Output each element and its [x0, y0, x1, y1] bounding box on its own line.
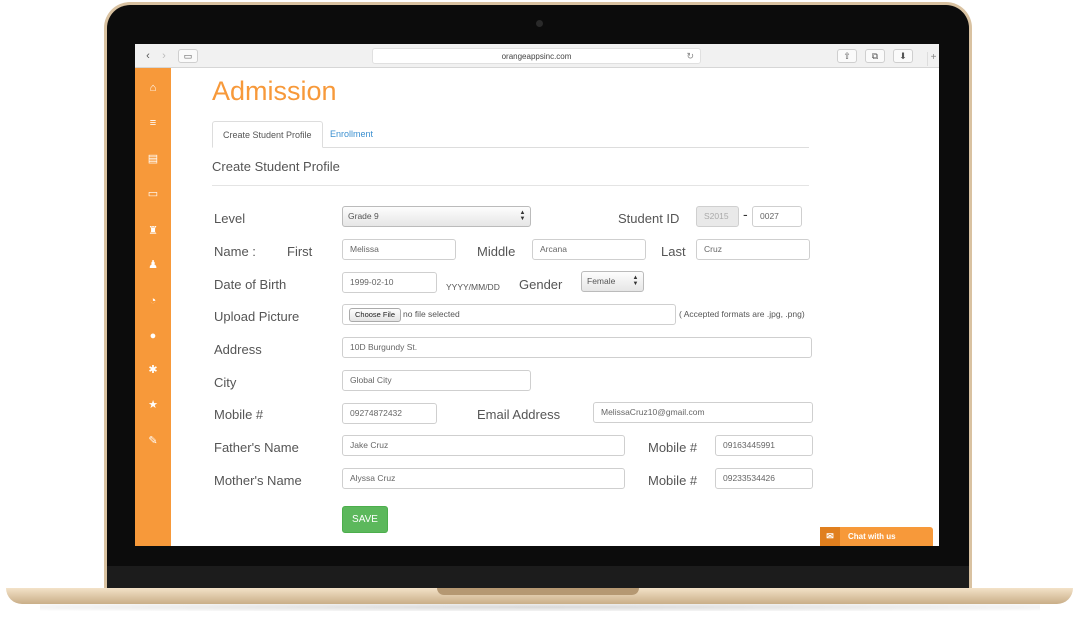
father-name-field[interactable]: Jake Cruz [342, 435, 625, 456]
sidebar-item-idea[interactable]: ● [135, 323, 171, 349]
laptop-shadow [40, 603, 1040, 611]
sidebar-item-star[interactable]: ★ [135, 392, 171, 418]
middle-name-field[interactable]: Arcana [532, 239, 646, 260]
gender-value: Female [587, 276, 616, 286]
student-id-dash: - [743, 206, 748, 222]
file-status: no file selected [403, 309, 460, 319]
first-name-field[interactable]: Melissa [342, 239, 456, 260]
tabs-icon[interactable]: ⧉ [865, 49, 885, 63]
chat-widget[interactable]: ✉ Chat with us [820, 527, 933, 546]
download-icon[interactable]: ⬇ [893, 49, 913, 63]
student-id-prefix-field: S2015 [696, 206, 739, 227]
sidebar-item-users[interactable]: ♟ [135, 252, 171, 278]
save-button[interactable]: SAVE [342, 506, 388, 533]
email-label: Email Address [477, 407, 561, 422]
pin-icon: ✎ [148, 435, 158, 447]
section-divider [212, 185, 809, 186]
users-icon: ♟ [148, 259, 158, 271]
father-mobile-label: Mobile # [648, 440, 698, 455]
mother-name-label: Mother's Name [214, 473, 302, 488]
sidebar-item-graduate[interactable]: ♜ [135, 218, 171, 244]
upload-picture-label: Upload Picture [214, 309, 300, 324]
city-label: City [214, 375, 237, 390]
file-input[interactable]: Choose File no file selected [342, 304, 676, 325]
city-field[interactable]: Global City [342, 370, 531, 391]
layers-icon: ≡ [149, 117, 157, 129]
tab-create-student-profile[interactable]: Create Student Profile [212, 121, 323, 148]
tab-bar: Create Student Profile Enrollment [212, 121, 809, 148]
star-icon: ★ [148, 399, 158, 411]
graduate-icon: ♜ [148, 225, 158, 237]
chat-label: Chat with us [848, 532, 896, 541]
chart-icon: ◔ [149, 295, 157, 307]
idea-icon: ● [149, 330, 157, 342]
accepted-formats-hint: ( Accepted formats are .jpg, .png) [679, 309, 805, 319]
dob-field[interactable]: 1999-02-10 [342, 272, 437, 293]
page-title: Admission [212, 76, 337, 106]
card-icon: ▭ [147, 188, 159, 200]
mother-mobile-field[interactable]: 09233534426 [715, 468, 813, 489]
middle-name-label: Middle [477, 244, 516, 259]
last-name-field[interactable]: Cruz [696, 239, 810, 260]
screen: ‹ › ▭ orangeappsinc.com ↻ ⇧ ⧉ ⬇ + ⌂ ≡ ▤ … [135, 44, 939, 546]
select-arrows-icon: ▲ ▼ [519, 210, 526, 222]
gender-select[interactable]: Female ▲ ▼ [581, 271, 644, 292]
mobile-label: Mobile # [214, 407, 264, 422]
sidebar-item-layers[interactable]: ≡ [135, 110, 171, 136]
level-select[interactable]: Grade 9 ▲ ▼ [342, 206, 531, 227]
mother-mobile-label: Mobile # [648, 473, 698, 488]
sidebar: ⌂ ≡ ▤ ▭ ♜ ♟ ◔ ● ✱ ★ ✎ [135, 68, 171, 546]
select-arrows-icon: ▲ ▼ [632, 275, 639, 287]
mother-name-field[interactable]: Alyssa Cruz [342, 468, 625, 489]
mail-icon: ✉ [820, 527, 840, 546]
sidebar-item-settings[interactable]: ✱ [135, 357, 171, 383]
sidebar-item-chart[interactable]: ◔ [135, 288, 171, 314]
share-icon[interactable]: ⇧ [837, 49, 857, 63]
address-label: Address [214, 342, 262, 357]
chevron-right-icon[interactable]: › [157, 49, 171, 63]
settings-icon: ✱ [148, 364, 158, 376]
student-id-number-field[interactable]: 0027 [752, 206, 802, 227]
address-field[interactable]: 10D Burgundy St. [342, 337, 812, 358]
sidebar-item-home[interactable]: ⌂ [135, 75, 171, 101]
sidebar-item-document[interactable]: ▤ [135, 146, 171, 172]
mobile-field[interactable]: 09274872432 [342, 403, 437, 424]
level-value: Grade 9 [348, 211, 379, 221]
first-name-label: First [287, 244, 313, 259]
email-field[interactable]: MelissaCruz10@gmail.com [593, 402, 813, 423]
chevron-left-icon[interactable]: ‹ [141, 49, 155, 63]
webcam [536, 20, 543, 27]
browser-toolbar: ‹ › ▭ orangeappsinc.com ↻ ⇧ ⧉ ⬇ + [135, 44, 939, 68]
document-icon: ▤ [147, 153, 159, 165]
level-label: Level [214, 211, 246, 226]
name-label: Name : [214, 244, 256, 259]
laptop-hinge [107, 566, 969, 590]
choose-file-button[interactable]: Choose File [349, 308, 402, 322]
last-name-label: Last [661, 244, 686, 259]
tab-enrollment[interactable]: Enrollment [320, 121, 383, 148]
gender-label: Gender [519, 277, 563, 292]
dob-label: Date of Birth [214, 277, 287, 292]
father-name-label: Father's Name [214, 440, 299, 455]
student-id-label: Student ID [618, 211, 680, 226]
sidebar-toggle-icon[interactable]: ▭ [178, 49, 198, 63]
sidebar-item-pin[interactable]: ✎ [135, 428, 171, 454]
father-mobile-field[interactable]: 09163445991 [715, 435, 813, 456]
new-tab-icon[interactable]: + [927, 52, 939, 66]
sidebar-item-card[interactable]: ▭ [135, 181, 171, 207]
section-title: Create Student Profile [212, 159, 340, 174]
reload-icon[interactable]: ↻ [686, 49, 694, 64]
home-icon: ⌂ [149, 82, 157, 94]
url-text: orangeappsinc.com [501, 52, 572, 61]
dob-format-hint: YYYY/MM/DD [446, 282, 500, 292]
main-content: Admission Create Student Profile Enrollm… [171, 68, 939, 546]
laptop-notch [437, 588, 639, 595]
address-bar[interactable]: orangeappsinc.com ↻ [372, 48, 701, 64]
